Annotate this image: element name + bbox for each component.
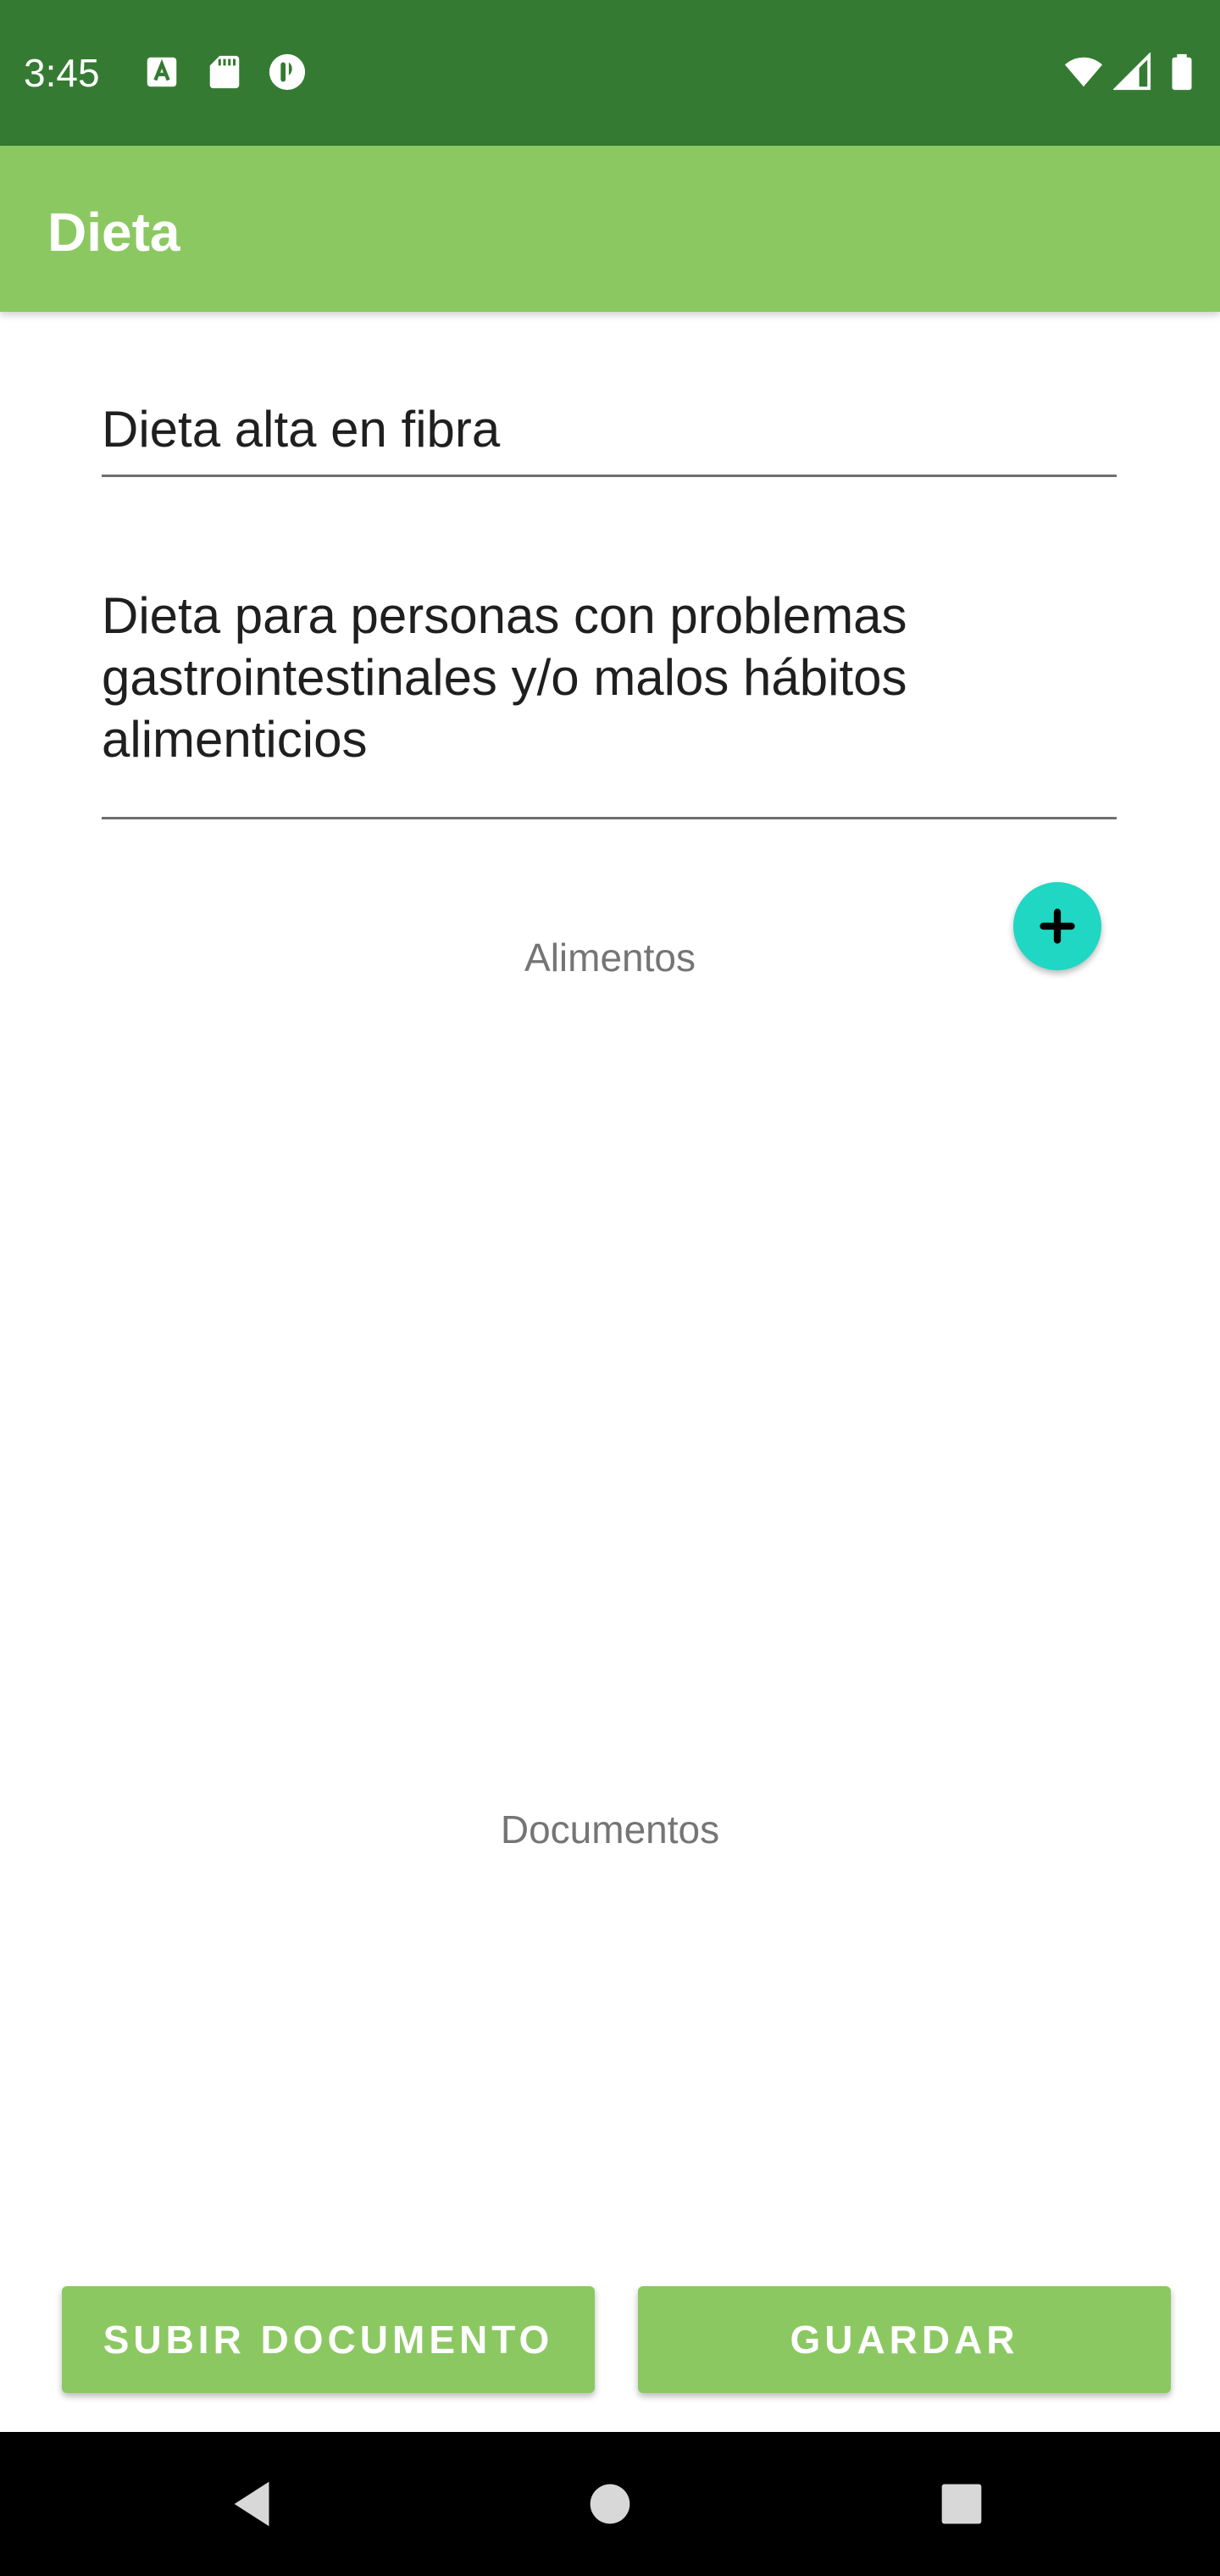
keyboard-a-icon	[142, 53, 181, 92]
diet-description-field[interactable]: Dieta para personas con problemas gastro…	[102, 585, 1117, 819]
status-time: 3:45	[24, 51, 100, 95]
add-food-button[interactable]	[1013, 882, 1101, 970]
cell-signal-icon	[1113, 53, 1152, 92]
diet-name-field[interactable]: Dieta alta en fibra	[102, 398, 1117, 477]
battery-icon	[1162, 53, 1201, 92]
wifi-icon	[1064, 53, 1103, 92]
home-icon[interactable]	[580, 2474, 640, 2534]
status-bar: 3:45	[0, 0, 1220, 146]
diet-edit-screen: 3:45 Dieta Dieta alta en fibra Dieta par…	[0, 0, 1220, 2576]
recents-icon[interactable]	[932, 2474, 991, 2534]
upload-document-button[interactable]: SUBIR DOCUMENTO	[62, 2286, 595, 2393]
diet-description-value: Dieta para personas con problemas gastro…	[102, 587, 907, 768]
documentos-label: Documentos	[500, 1807, 720, 1852]
save-button[interactable]: GUARDAR	[638, 2286, 1171, 2393]
page-title: Dieta	[47, 202, 180, 263]
navigation-bar	[0, 2432, 1220, 2576]
pinwheel-app-icon	[268, 53, 307, 92]
diet-name-value: Dieta alta en fibra	[102, 401, 501, 458]
app-bar: Dieta	[0, 146, 1220, 312]
plus-icon	[1040, 908, 1075, 944]
back-icon[interactable]	[225, 2474, 284, 2534]
sd-card-icon	[205, 53, 244, 92]
